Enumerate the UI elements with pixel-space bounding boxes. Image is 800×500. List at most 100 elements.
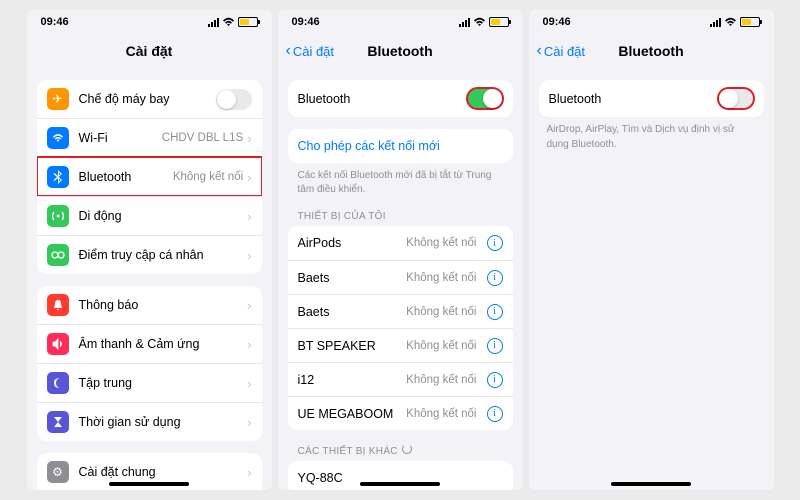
page-title: Cài đặt: [126, 43, 173, 59]
cell-signal-icon: [710, 18, 721, 27]
row-notifications[interactable]: Thông báo ›: [37, 286, 262, 324]
device-status: Không kết nối: [406, 340, 476, 352]
bluetooth-content[interactable]: Bluetooth Cho phép các kết nối mới Các k…: [278, 68, 523, 490]
info-icon[interactable]: i: [487, 406, 503, 422]
airplane-icon: ✈: [47, 88, 69, 110]
bt-toggle-group: Bluetooth: [288, 80, 513, 117]
chevron-right-icon: ›: [247, 337, 251, 352]
row-device[interactable]: i12Không kết nối i: [288, 362, 513, 396]
device-status: Không kết nối: [406, 272, 476, 284]
row-device[interactable]: BaetsKhông kết nối i: [288, 294, 513, 328]
info-icon[interactable]: i: [487, 304, 503, 320]
chevron-left-icon: ‹: [537, 43, 542, 59]
chevron-right-icon: ›: [247, 248, 251, 263]
info-icon[interactable]: i: [487, 338, 503, 354]
airplane-toggle[interactable]: [216, 89, 252, 110]
chevron-right-icon: ›: [247, 465, 251, 480]
row-device[interactable]: BT SPEAKERKhông kết nốii: [288, 328, 513, 362]
cellular-icon: [47, 205, 69, 227]
chevron-right-icon: ›: [247, 298, 251, 313]
page-title: Bluetooth: [367, 43, 432, 59]
my-devices-list: AirPodsKhông kết nốiiBaetsKhông kết nốii…: [288, 226, 513, 430]
bt-off-description: AirDrop, AirPlay, Tìm và Dịch vụ định vị…: [529, 117, 774, 158]
home-indicator[interactable]: [611, 482, 691, 486]
phone-bluetooth-off: 09:46 ‹Cài đặt Bluetooth Bluetooth AirDr…: [529, 10, 774, 490]
bell-icon: [47, 294, 69, 316]
chevron-right-icon: ›: [247, 376, 251, 391]
bluetooth-icon: [47, 166, 69, 188]
row-device[interactable]: BaetsKhông kết nối i: [288, 260, 513, 294]
allow-new-label: Cho phép các kết nối mới: [298, 139, 503, 153]
status-indicators: [208, 17, 258, 27]
group-connectivity: ✈ Chế độ máy bay Wi-Fi CHDV DBL L1S › Bl…: [37, 80, 262, 274]
sound-label: Âm thanh & Cảm ứng: [79, 337, 248, 351]
row-cellular[interactable]: Di động ›: [37, 196, 262, 235]
status-indicators: [710, 17, 760, 27]
airplane-label: Chế độ máy bay: [79, 92, 216, 106]
row-airplane[interactable]: ✈ Chế độ máy bay: [37, 80, 262, 118]
status-time: 09:46: [543, 16, 571, 28]
device-status: Không kết nối: [406, 306, 476, 318]
row-allow-new[interactable]: Cho phép các kết nối mới: [288, 129, 513, 163]
home-indicator[interactable]: [109, 482, 189, 486]
hotspot-label: Điểm truy cập cá nhân: [79, 248, 248, 262]
status-bar: 09:46: [27, 10, 272, 34]
back-label: Cài đặt: [544, 44, 585, 59]
device-status: Không kết nối: [406, 237, 476, 249]
wifi-settings-icon: [47, 127, 69, 149]
row-bluetooth[interactable]: Bluetooth Không kết nối ›: [37, 157, 262, 196]
bluetooth-off-content[interactable]: Bluetooth AirDrop, AirPlay, Tìm và Dịch …: [529, 68, 774, 490]
status-time: 09:46: [41, 16, 69, 28]
hourglass-icon: [47, 411, 69, 433]
general-label: Cài đặt chung: [79, 465, 248, 479]
device-name: AirPods: [298, 236, 407, 250]
row-sounds[interactable]: Âm thanh & Cảm ứng ›: [37, 324, 262, 363]
cell-signal-icon: [459, 18, 470, 27]
back-button[interactable]: ‹Cài đặt: [286, 43, 335, 59]
bt-toggle-group: Bluetooth: [539, 80, 764, 117]
speaker-icon: [47, 333, 69, 355]
row-device[interactable]: UE MEGABOOMKhông kết nốii: [288, 396, 513, 430]
wifi-detail: CHDV DBL L1S: [162, 132, 243, 144]
status-bar: 09:46: [529, 10, 774, 34]
settings-content[interactable]: ✈ Chế độ máy bay Wi-Fi CHDV DBL L1S › Bl…: [27, 68, 272, 490]
device-status: Không kết nối: [406, 374, 476, 386]
screentime-label: Thời gian sử dụng: [79, 415, 248, 429]
chevron-right-icon: ›: [247, 415, 251, 430]
spinner-icon: [402, 444, 412, 454]
moon-icon: [47, 372, 69, 394]
notif-label: Thông báo: [79, 298, 248, 312]
row-hotspot[interactable]: Điểm truy cập cá nhân ›: [37, 235, 262, 274]
row-screentime[interactable]: Thời gian sử dụng ›: [37, 402, 262, 441]
bluetooth-toggle[interactable]: [718, 88, 754, 109]
info-icon[interactable]: i: [487, 372, 503, 388]
device-name: i12: [298, 373, 407, 387]
status-indicators: [459, 17, 509, 27]
device-name: UE MEGABOOM: [298, 407, 407, 421]
allow-new-footer: Các kết nối Bluetooth mới đã bị tắt từ T…: [278, 163, 523, 197]
device-name: Baets: [298, 271, 407, 285]
battery-icon: [489, 17, 509, 27]
device-name: Baets: [298, 305, 407, 319]
nav-bar: ‹Cài đặt Bluetooth: [529, 34, 774, 68]
bluetooth-label: Bluetooth: [79, 170, 173, 184]
my-devices-header: THIẾT BỊ CỦA TÔI: [278, 197, 523, 226]
bt-toggle-label: Bluetooth: [549, 92, 718, 106]
row-focus[interactable]: Tập trung ›: [37, 363, 262, 402]
gear-icon: ⚙: [47, 461, 69, 483]
row-wifi[interactable]: Wi-Fi CHDV DBL L1S ›: [37, 118, 262, 157]
info-icon[interactable]: i: [487, 270, 503, 286]
back-button[interactable]: ‹Cài đặt: [537, 43, 586, 59]
chevron-right-icon: ›: [247, 170, 251, 185]
bt-toggle-label: Bluetooth: [298, 92, 467, 106]
info-icon[interactable]: i: [487, 235, 503, 251]
back-label: Cài đặt: [293, 44, 334, 59]
home-indicator[interactable]: [360, 482, 440, 486]
bluetooth-toggle[interactable]: [467, 88, 503, 109]
wifi-icon: [724, 17, 737, 27]
row-device[interactable]: AirPodsKhông kết nối i: [288, 226, 513, 260]
allow-new-group: Cho phép các kết nối mới: [288, 129, 513, 163]
phone-settings-main: 09:46 Cài đặt ✈ Chế độ máy bay Wi-Fi CHD…: [27, 10, 272, 490]
cell-signal-icon: [208, 18, 219, 27]
phone-bluetooth-on: 09:46 ‹Cài đặt Bluetooth Bluetooth Cho p…: [278, 10, 523, 490]
